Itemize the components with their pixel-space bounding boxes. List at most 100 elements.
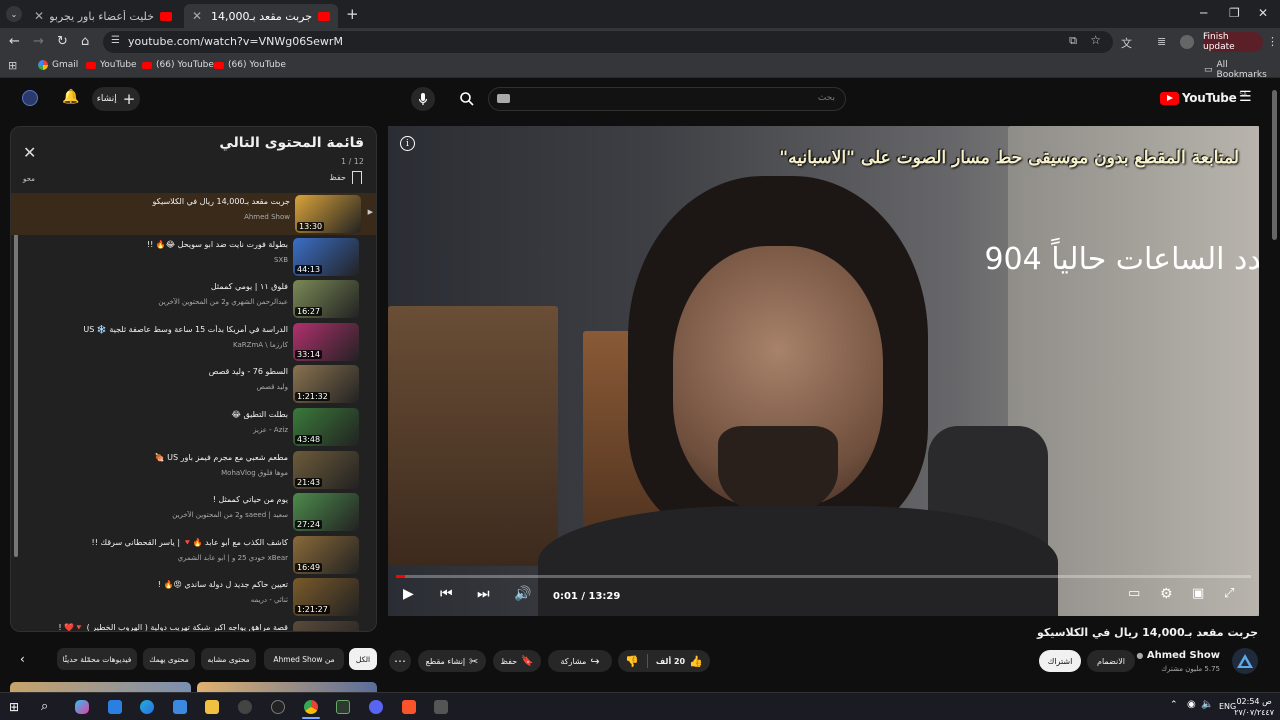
chip-1[interactable]: من Ahmed Show <box>264 648 344 670</box>
keyboard-icon[interactable] <box>497 94 510 103</box>
chips-prev-arrow[interactable]: ‹ <box>20 652 25 666</box>
search-button[interactable] <box>456 88 480 110</box>
store-bag-icon[interactable] <box>173 700 187 714</box>
reading-list-icon[interactable]: ≣ <box>1157 35 1166 48</box>
close-icon[interactable]: ✕ <box>34 9 44 23</box>
queue-item[interactable]: 43:48 بطلت التطيق 😂 Aziz - عزيز <box>21 406 366 448</box>
bookmark-star-icon[interactable]: ☆ <box>1090 33 1101 47</box>
bookmark-youtube[interactable]: YouTube <box>86 60 137 70</box>
minimize-icon[interactable]: ─ <box>1200 6 1207 20</box>
theater-mode-icon[interactable]: ▣ <box>1192 586 1204 601</box>
like-icon[interactable]: 👍 <box>689 655 703 668</box>
site-info-icon[interactable]: ☰ <box>111 35 120 46</box>
fullscreen-icon[interactable]: ⤢ <box>1224 586 1234 601</box>
wifi-icon[interactable]: ◉ <box>1187 699 1196 710</box>
volume-icon[interactable]: 🔊 <box>514 586 531 602</box>
all-bookmarks[interactable]: ▭ All Bookmarks <box>1204 60 1280 80</box>
queue-item[interactable]: 1:21:27 تعيين حاكم جديد ل دولة ساندي 😡🔥 !… <box>21 576 366 618</box>
forward-icon[interactable]: → <box>33 34 44 49</box>
clip-button[interactable]: ✂ إنشاء مقطع <box>418 650 486 672</box>
queue-item[interactable]: 16:27 فلوق ١١ | يومي كممثل عبدالرحمن الشهر… <box>21 278 366 320</box>
chip-4[interactable]: فيديوهات محمّلة حديثًا <box>57 648 137 670</box>
page-scrollbar[interactable] <box>1272 90 1277 240</box>
subscribe-button[interactable]: اشتراك <box>1039 650 1081 672</box>
settings-icon[interactable]: ⚙ <box>1160 586 1173 602</box>
terminal-icon[interactable] <box>336 700 350 714</box>
profile-avatar-icon[interactable] <box>1180 35 1194 49</box>
system-clock[interactable]: 02:54 ص ٢٧/٠٧/٢٤٤٧ <box>1234 696 1274 718</box>
app-icon[interactable] <box>271 700 285 714</box>
app-icon[interactable] <box>434 700 448 714</box>
chip-2[interactable]: محتوى مشابه <box>201 648 256 670</box>
apps-grid-icon[interactable]: ⊞ <box>8 59 17 72</box>
save-button[interactable]: 🔖 حفظ <box>493 650 541 672</box>
home-icon[interactable]: ⌂ <box>81 34 89 49</box>
queue-item[interactable]: 1:21:32 السطو 76 - وليد قصص وليد قصص <box>21 363 366 405</box>
hamburger-menu-icon[interactable]: ☰ <box>1239 89 1252 105</box>
queue-item[interactable]: 21:43 مطعم شعبي مع مجرم فيمز باور US 🍖 موه… <box>21 449 366 491</box>
create-button[interactable]: إنشاء + <box>92 87 140 111</box>
windows-start-icon[interactable]: ⊞ <box>9 700 19 714</box>
tray-chevron-icon[interactable]: ⌃ <box>1170 700 1178 710</box>
queue-item[interactable]: قصة مراهق يواجه اكبر شبكة تهريب دولية ( … <box>21 619 366 631</box>
channel-avatar[interactable] <box>1232 648 1258 674</box>
browser-tab-2[interactable]: جربت مقعد بـ14,000 ريال في الكلاسيكو ✕ <box>184 4 338 28</box>
recommendation-thumbnail[interactable] <box>197 682 377 692</box>
close-window-icon[interactable]: ✕ <box>1258 6 1268 20</box>
chrome-icon[interactable] <box>304 700 318 714</box>
queue-item[interactable]: 27:24 يوم من حياتي كممثل ! سعيد | saeed و2… <box>21 491 366 533</box>
discord-icon[interactable] <box>369 700 383 714</box>
tab-search-button[interactable]: ⌄ <box>6 6 22 22</box>
volume-icon[interactable]: 🔈 <box>1201 699 1213 710</box>
queue-item-current[interactable]: ▶ 13:30 جربت مقعد بـ14,000 ريال في الكلاسي… <box>11 193 376 235</box>
store-icon[interactable] <box>108 700 122 714</box>
more-actions-button[interactable]: ⋯ <box>389 650 411 672</box>
translate-icon[interactable]: 文 <box>1121 35 1132 51</box>
search-icon[interactable]: ⌕ <box>41 699 48 714</box>
info-icon[interactable]: i <box>400 136 415 151</box>
queue-clear-button[interactable]: محو <box>23 175 35 183</box>
bookmark-youtube-66-2[interactable]: (66) YouTube <box>214 60 286 70</box>
recommendation-thumbnail[interactable] <box>10 682 191 692</box>
join-button[interactable]: الانضمام <box>1087 650 1135 672</box>
notifications-bell-icon[interactable]: 🔔 <box>62 89 79 105</box>
subtitles-icon[interactable]: ▭ <box>1128 586 1140 601</box>
queue-item[interactable]: 33:14 الدراسة في أمريكا بدأت 15 ساعة وسط … <box>21 321 366 363</box>
reload-icon[interactable]: ↻ <box>57 34 68 49</box>
copilot-icon[interactable] <box>75 700 89 714</box>
queue-item[interactable]: 16:49 كاشف الكذب مع أبو عابد 🔥🔻 | ياسر ال… <box>21 534 366 576</box>
finish-update-button[interactable]: Finish update <box>1203 32 1263 52</box>
voice-search-button[interactable] <box>411 87 435 111</box>
previous-icon[interactable]: ⏮ <box>440 586 453 602</box>
new-tab-button[interactable]: + <box>346 5 359 23</box>
restore-icon[interactable]: ❐ <box>1229 6 1240 20</box>
next-icon[interactable]: ⏭ <box>477 586 490 602</box>
bookmark-gmail[interactable]: Gmail <box>38 60 78 70</box>
edge-icon[interactable] <box>140 700 154 714</box>
queue-item[interactable]: 44:13 بطولة فورت نايت ضد ابو سويحل 😂🔥 !! S… <box>21 236 366 278</box>
app-icon[interactable] <box>238 700 252 714</box>
youtube-logo[interactable]: YouTube SA <box>1160 91 1247 105</box>
video-player[interactable]: لمتابعة المقطع بدون موسيقى حط مسار الصوت… <box>388 126 1259 616</box>
progress-bar[interactable] <box>396 575 1251 578</box>
browser-tab-1[interactable]: خليت أعضاء باور يجربون التنويم المغناطيس… <box>26 4 180 28</box>
account-avatar[interactable] <box>22 90 38 106</box>
back-icon[interactable]: ← <box>9 34 20 49</box>
menu-dots-icon[interactable]: ⋮ <box>1267 35 1278 48</box>
search-input[interactable]: بحث <box>488 87 846 111</box>
logo-text: YouTube <box>1182 91 1237 105</box>
share-button[interactable]: ↪ مشاركة <box>548 650 612 672</box>
dislike-icon[interactable]: 👎 <box>625 655 639 668</box>
brave-icon[interactable] <box>402 700 416 714</box>
chip-0[interactable]: الكل <box>349 648 377 670</box>
queue-save-button[interactable]: حفظ <box>329 171 362 184</box>
close-icon[interactable]: ✕ <box>23 143 36 162</box>
file-explorer-icon[interactable] <box>205 700 219 714</box>
play-icon[interactable]: ▶ <box>403 586 414 602</box>
language-indicator[interactable]: ENG <box>1219 702 1236 711</box>
install-app-icon[interactable]: ⧉ <box>1069 34 1077 48</box>
chip-3[interactable]: محتوى يهمك <box>143 648 195 670</box>
close-icon[interactable]: ✕ <box>192 9 202 23</box>
channel-name[interactable]: ● Ahmed Show <box>1136 650 1220 661</box>
bookmark-youtube-66[interactable]: (66) YouTube <box>142 60 214 70</box>
